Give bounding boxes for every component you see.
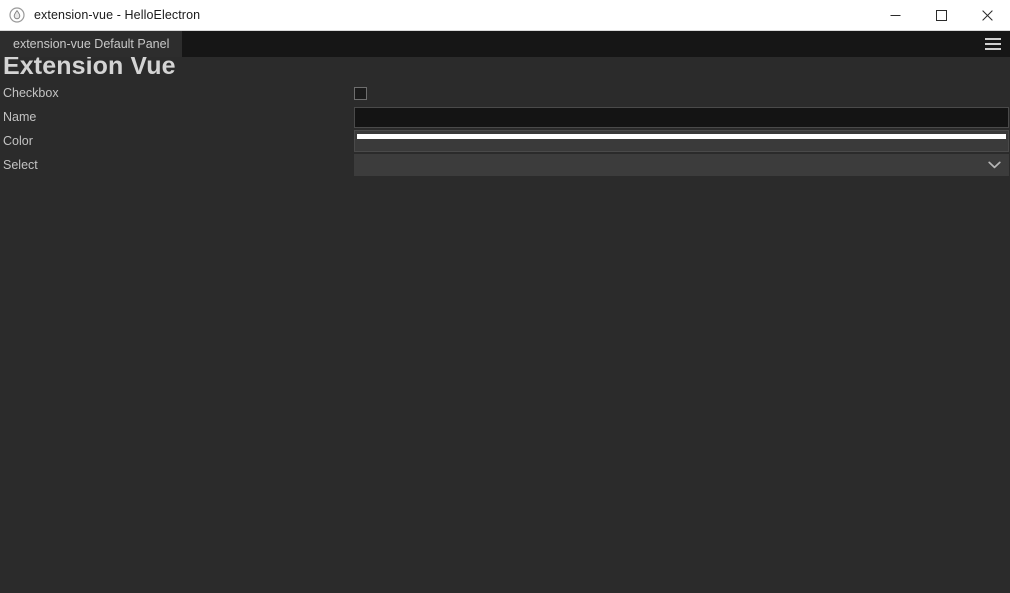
hamburger-menu-icon: [985, 38, 1001, 50]
panel-content: Extension Vue Checkbox Name Color Select: [0, 57, 1010, 593]
settings-form: Checkbox Name Color Select: [0, 81, 1010, 177]
field-checkbox: [354, 81, 1010, 105]
page-title: Extension Vue: [3, 57, 176, 80]
tab-label: extension-vue Default Panel: [13, 37, 170, 51]
application-window: extension-vue - HelloElectron extension-…: [0, 0, 1010, 593]
field-select: [354, 153, 1010, 177]
color-swatch: [357, 134, 1006, 139]
name-input[interactable]: [354, 106, 1009, 128]
window-title: extension-vue - HelloElectron: [34, 8, 201, 22]
title-bar-left: extension-vue - HelloElectron: [0, 0, 872, 30]
title-bar: extension-vue - HelloElectron: [0, 0, 1010, 31]
label-checkbox: Checkbox: [3, 86, 59, 100]
tab-extension-vue-default-panel[interactable]: extension-vue Default Panel: [0, 31, 183, 57]
form-row-color: Color: [0, 129, 1010, 153]
field-color: [354, 129, 1010, 153]
tab-bar-spacer: [182, 31, 976, 57]
close-button[interactable]: [964, 0, 1010, 30]
window-controls: [872, 0, 1010, 30]
form-row-checkbox: Checkbox: [0, 81, 1010, 105]
label-name: Name: [3, 110, 37, 124]
form-row-name: Name: [0, 105, 1010, 129]
checkbox-input[interactable]: [354, 86, 367, 100]
panel-tab-bar: extension-vue Default Panel: [0, 31, 1010, 57]
electron-droplet-icon: [9, 7, 25, 23]
maximize-button[interactable]: [918, 0, 964, 30]
devtools-menu-button[interactable]: [976, 31, 1010, 57]
field-name: [354, 105, 1010, 129]
select-wrapper: [354, 154, 1009, 176]
form-row-select: Select: [0, 153, 1010, 177]
color-input[interactable]: [354, 130, 1009, 152]
minimize-button[interactable]: [872, 0, 918, 30]
label-select: Select: [3, 158, 38, 172]
label-color: Color: [3, 134, 33, 148]
select-input[interactable]: [354, 154, 1009, 176]
